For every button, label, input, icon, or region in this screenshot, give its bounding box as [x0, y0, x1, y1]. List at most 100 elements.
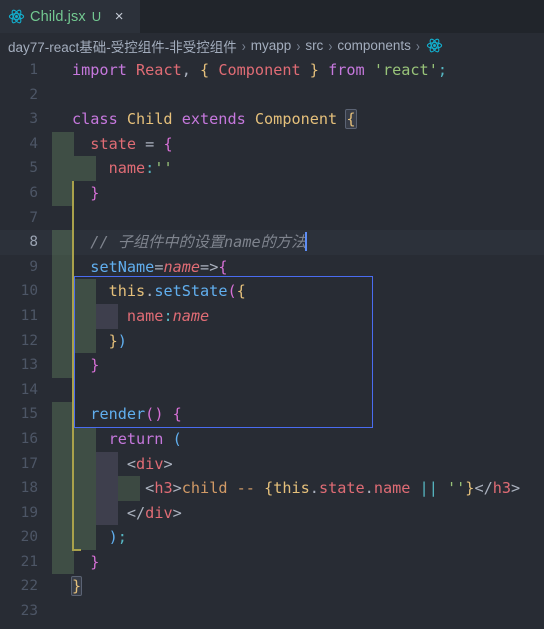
breadcrumb-item-project[interactable]: day77-react基础-受控组件-非受控组件 [8, 36, 237, 56]
token-tag-name: h3 [492, 479, 512, 498]
code-line-active[interactable]: 8 // 子组件中的设置name的方法 [0, 230, 544, 255]
code-line[interactable]: 1 import React, { Component } from 'reac… [0, 58, 544, 83]
token-punct: . [309, 479, 319, 498]
indent-guide [52, 476, 74, 501]
line-content[interactable]: } [52, 574, 544, 599]
code-line[interactable]: 17 <div> [0, 451, 544, 477]
token-tag-bracket: < [145, 479, 155, 498]
code-line[interactable]: 7 [0, 206, 544, 231]
indent-guide [52, 426, 74, 452]
code-line[interactable]: 4 state = { [0, 131, 544, 157]
code-line[interactable]: 19 </div> [0, 500, 544, 526]
token-parameter: name [163, 257, 201, 276]
line-number: 20 [20, 529, 38, 546]
token-property: state [90, 134, 137, 153]
token-identifier: React [126, 61, 182, 79]
line-content[interactable]: } [52, 180, 544, 206]
token-property: name [108, 159, 146, 178]
token-this: this [273, 479, 310, 498]
token-paren: ( [163, 429, 182, 448]
line-content[interactable]: </div> [52, 500, 544, 526]
react-icon[interactable] [426, 37, 443, 54]
tab-child-jsx[interactable]: Child.jsx U × [0, 0, 140, 33]
token-tag-name: div [136, 454, 164, 473]
line-content[interactable]: ); [52, 525, 544, 550]
indent-guide [74, 328, 96, 354]
line-number: 12 [20, 332, 38, 349]
line-content[interactable]: <div> [52, 451, 544, 477]
code-line[interactable]: 21 } [0, 549, 544, 575]
token-property: state [318, 479, 365, 498]
code-line[interactable]: 13 } [0, 353, 544, 378]
line-number: 9 [29, 258, 38, 275]
code-line[interactable]: 14 [0, 378, 544, 403]
bracket-pair-guide-foot [72, 549, 81, 551]
line-number: 14 [20, 381, 38, 398]
token-punct: . [364, 479, 374, 498]
indent-guide [74, 500, 96, 526]
chevron-right-icon: › [296, 36, 301, 55]
line-number: 15 [20, 406, 38, 423]
line-content[interactable]: export default Child [52, 624, 544, 629]
code-line[interactable]: 2 [0, 83, 544, 108]
token-jsx-text: child -- [181, 479, 265, 498]
code-line[interactable]: 22 } [0, 574, 544, 599]
line-number: 19 [20, 504, 38, 521]
line-content[interactable]: state = { [52, 131, 544, 157]
token-punct: ; [437, 61, 447, 79]
indent-guide [74, 156, 96, 181]
indent-guide [52, 500, 74, 526]
code-line[interactable]: 5 name:'' [0, 156, 544, 181]
indent-guide [74, 279, 96, 304]
code-line[interactable]: 10 this.setState({ [0, 279, 544, 304]
code-line[interactable]: 3 class Child extends Component { [0, 107, 544, 132]
token-class-name: Child [117, 110, 173, 129]
token-brace: } [309, 61, 319, 79]
line-content[interactable]: } [52, 353, 544, 378]
line-number: 1 [29, 62, 38, 78]
line-content[interactable]: this.setState({ [52, 279, 544, 304]
editor-tab-bar: Child.jsx U × [0, 0, 544, 33]
line-content[interactable]: name:'' [52, 156, 544, 181]
token-method-name: render [90, 405, 146, 424]
line-content[interactable]: // 子组件中的设置name的方法 [52, 230, 544, 255]
indent-guide [52, 303, 74, 329]
line-content[interactable]: <h3>child -- {this.state.name || ''}</h3… [52, 476, 544, 501]
line-content[interactable]: name:name [52, 303, 544, 329]
code-line[interactable]: 16 return ( [0, 426, 544, 452]
token-parameter: name [172, 306, 210, 325]
indent-guide [96, 451, 118, 477]
code-line[interactable]: 12 }) [0, 328, 544, 354]
line-number: 10 [20, 283, 38, 300]
line-number: 18 [20, 480, 38, 497]
breadcrumb-item-myapp[interactable]: myapp [251, 38, 292, 53]
code-line[interactable]: 6 } [0, 180, 544, 206]
code-line[interactable]: 11 name:name [0, 303, 544, 329]
breadcrumb-item-components[interactable]: components [337, 38, 411, 53]
indent-guide [74, 303, 96, 329]
code-line[interactable]: 23 [0, 599, 544, 624]
code-line[interactable]: 9 setName=name=>{ [0, 254, 544, 280]
token-tag-bracket: </ [474, 479, 493, 498]
chevron-right-icon: › [328, 36, 333, 55]
token-operator: || [410, 479, 447, 498]
close-icon[interactable]: × [110, 8, 128, 26]
line-number: 4 [29, 135, 38, 152]
line-content[interactable]: import React, { Component } from 'react'… [52, 58, 544, 83]
code-line[interactable]: 15 render() { [0, 402, 544, 427]
code-line[interactable]: 20 ); [0, 525, 544, 550]
line-content[interactable]: class Child extends Component { [52, 107, 544, 132]
token-tag-name: h3 [154, 479, 173, 498]
line-number: 16 [20, 430, 38, 447]
breadcrumb-item-src[interactable]: src [305, 38, 323, 53]
line-content[interactable]: } [52, 549, 544, 575]
indent-guide [52, 451, 74, 477]
token-tag-bracket: > [511, 479, 521, 498]
line-content[interactable]: }) [52, 328, 544, 354]
code-line[interactable]: 18 <h3>child -- {this.state.name || ''}<… [0, 476, 544, 501]
line-content[interactable]: render() { [52, 402, 544, 427]
line-content[interactable]: setName=name=>{ [52, 254, 544, 280]
line-content[interactable]: return ( [52, 426, 544, 452]
code-editor[interactable]: 1 import React, { Component } from 'reac… [0, 58, 544, 629]
code-line[interactable]: 24 export default Child [0, 624, 544, 629]
